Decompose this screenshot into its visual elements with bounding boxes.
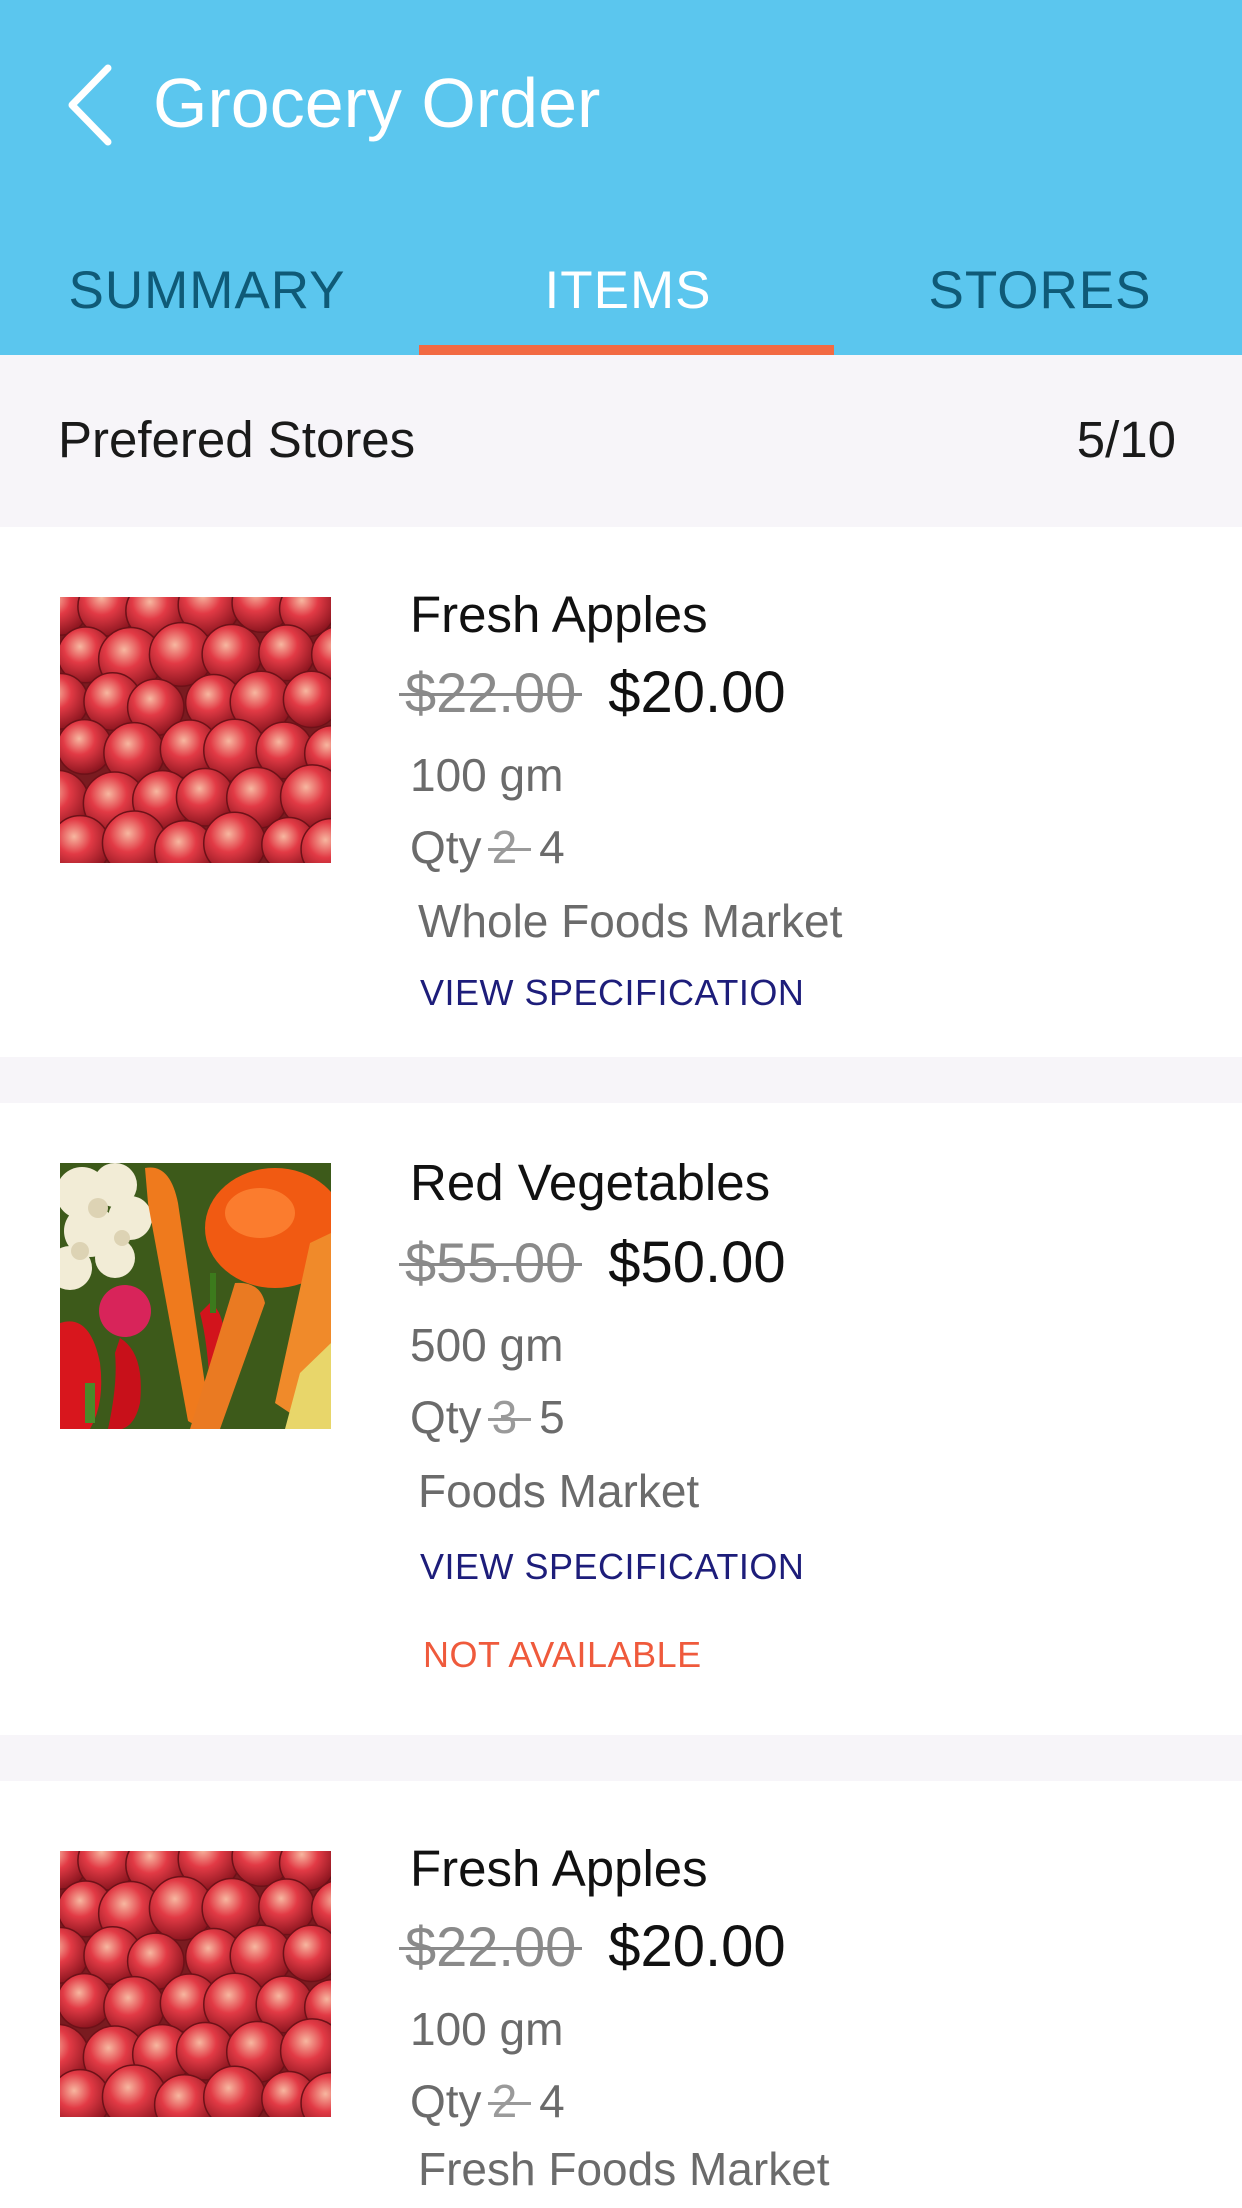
list-item[interactable]: Red Vegetables $55.00 $50.00 500 gm Qty 3… [0,1103,1242,1735]
qty-label: Qty [410,2075,482,2127]
store-name: Whole Foods Market [418,895,843,947]
item-name: Red Vegetables [410,1154,771,1211]
preferred-stores-count: 5/10 [1076,411,1176,468]
chevron-left-icon [68,64,112,146]
price-row: $55.00 $50.00 [398,1227,786,1297]
apples-image [60,597,331,863]
preferred-stores-label: Prefered Stores [58,411,416,468]
qty-old: 2 [487,2075,531,2127]
store-name: Foods Market [418,1465,700,1517]
preferred-stores-header: Prefered Stores 5/10 [0,355,1242,527]
list-item[interactable]: Fresh Apples $22.00 $20.00 100 gm Qty 2 4 … [0,1781,1242,2208]
current-price: $20.00 [608,1913,786,1979]
item-weight: 100 gm [410,2003,564,2055]
store-name: Fresh Foods Market [418,2143,830,2195]
current-price: $20.00 [608,659,786,725]
item-weight: 500 gm [410,1319,564,1371]
apple-shape [282,1924,331,1983]
qty-label: Qty [410,1391,482,1443]
view-specification-link[interactable]: VIEW SPECIFICATION [420,971,804,1015]
old-price: $22.00 [398,1914,583,1978]
availability-status: NOT AVAILABLE [423,1634,702,1675]
qty-new: 4 [539,2075,565,2127]
item-quantity: Qty 2 4 [410,819,565,875]
qty-label: Qty [410,821,482,873]
item-name: Fresh Apples [410,1840,708,1897]
app-bar: Grocery Order SUMMARY ITEMS STORES [0,0,1242,355]
old-price: $22.00 [398,660,583,724]
tab-stores[interactable]: STORES [833,230,1242,350]
view-specification-link[interactable]: VIEW SPECIFICATION [420,1545,804,1589]
vegetables-image [60,1163,331,1429]
qty-old: 3 [487,1391,531,1443]
apples-image [60,1851,331,2117]
product-image-apples [60,1851,331,2117]
qty-old: 2 [487,821,531,873]
back-button[interactable] [50,50,130,160]
tab-items[interactable]: ITEMS [421,230,835,350]
price-row: $22.00 $20.00 [398,1911,786,1981]
product-image-apples [60,597,331,863]
apple-shape [282,670,331,729]
item-quantity: Qty 2 4 [410,2073,565,2129]
product-image-vegetables [60,1163,331,1429]
tab-summary[interactable]: SUMMARY [0,230,414,350]
tab-bar: SUMMARY ITEMS STORES [0,230,1242,355]
price-row: $22.00 $20.00 [398,657,786,727]
qty-new: 4 [539,821,565,873]
page-title: Grocery Order [153,64,601,142]
list-item[interactable]: Fresh Apples $22.00 $20.00 100 gm Qty 2 4 … [0,527,1242,1057]
item-weight: 100 gm [410,749,564,801]
qty-new: 5 [539,1391,565,1443]
item-quantity: Qty 3 5 [410,1389,565,1445]
item-name: Fresh Apples [410,586,708,643]
old-price: $55.00 [398,1230,583,1294]
active-tab-indicator [419,345,834,355]
current-price: $50.00 [608,1229,786,1295]
